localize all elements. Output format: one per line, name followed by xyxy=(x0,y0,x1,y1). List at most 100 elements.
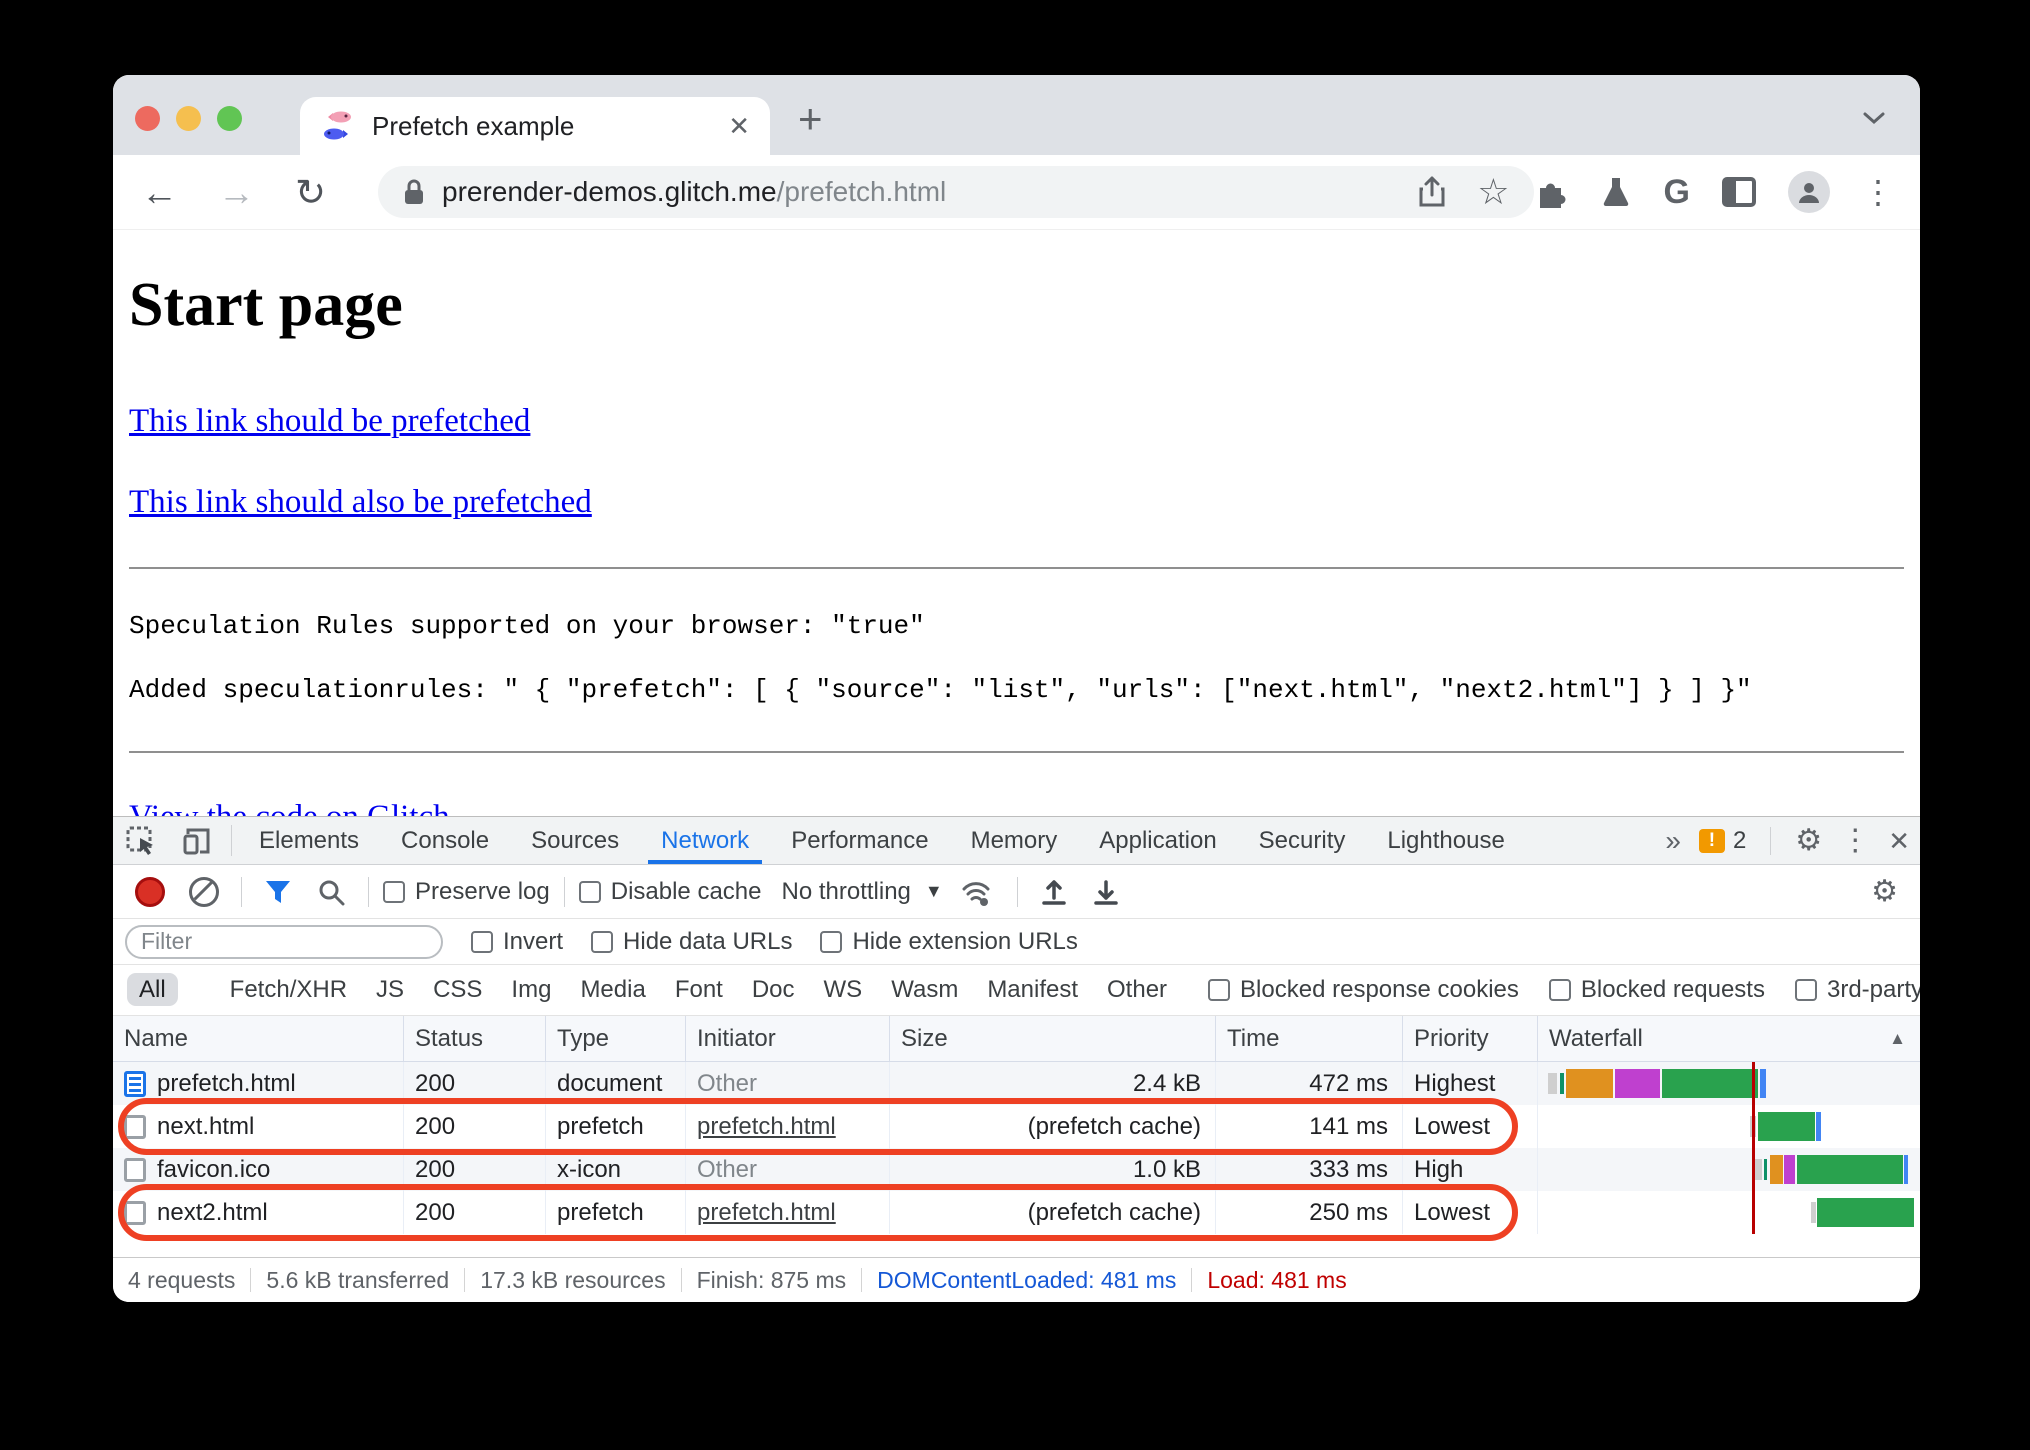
devtools-close-icon[interactable]: ✕ xyxy=(1888,828,1910,854)
clear-network-log-button[interactable] xyxy=(189,876,219,907)
tab-close-icon[interactable]: ✕ xyxy=(728,113,750,139)
devtools-tab-lighthouse[interactable]: Lighthouse xyxy=(1366,817,1525,864)
type-filter-font[interactable]: Font xyxy=(673,973,725,1007)
type-filter-img[interactable]: Img xyxy=(509,973,553,1007)
lock-icon xyxy=(402,177,426,207)
table-row-next2-html[interactable]: next2.html 200 prefetch prefetch.html (prefe… xyxy=(113,1191,1920,1234)
column-header-status[interactable]: Status xyxy=(404,1016,546,1061)
column-header-type[interactable]: Type xyxy=(546,1016,686,1061)
column-header-name[interactable]: Name xyxy=(113,1016,404,1061)
type-filter-manifest[interactable]: Manifest xyxy=(985,973,1080,1007)
waterfall-waiting-bar xyxy=(1817,1198,1914,1227)
disable-cache-checkbox[interactable]: Disable cache xyxy=(578,878,761,906)
network-settings-icon[interactable]: ⚙ xyxy=(1871,876,1898,907)
cell-status: 200 xyxy=(404,1105,546,1148)
devtools-tab-network[interactable]: Network xyxy=(640,817,770,864)
devtools-tab-elements[interactable]: Elements xyxy=(238,817,380,864)
reload-button[interactable]: ↻ xyxy=(295,174,326,211)
new-tab-button[interactable]: + xyxy=(798,98,823,140)
hide-data-urls-checkbox[interactable]: Hide data URLs xyxy=(591,928,792,956)
network-conditions-icon[interactable] xyxy=(951,877,1003,907)
devtools-tab-application[interactable]: Application xyxy=(1078,817,1237,864)
issues-counter[interactable]: ! 2 xyxy=(1698,827,1746,855)
tab-search-chevron-icon[interactable] xyxy=(1862,111,1886,125)
request-name: next2.html xyxy=(157,1199,268,1226)
traffic-lights xyxy=(135,106,242,131)
table-row-next-html[interactable]: next.html 200 prefetch prefetch.html (prefet… xyxy=(113,1105,1920,1148)
cell-status: 200 xyxy=(404,1191,546,1234)
inspect-element-icon[interactable] xyxy=(113,817,169,864)
table-row-favicon-ico[interactable]: favicon.ico 200 x-icon Other 1.0 kB 333 ms Hig… xyxy=(113,1148,1920,1191)
type-filter-wasm[interactable]: Wasm xyxy=(889,973,960,1007)
throttling-dropdown[interactable]: No throttling ▼ xyxy=(781,878,942,906)
devtools-settings-icon[interactable]: ⚙ xyxy=(1795,825,1822,856)
devtools-tab-sources[interactable]: Sources xyxy=(510,817,640,864)
3rd-party-requests-checkbox[interactable]: 3rd-party requests xyxy=(1794,976,1920,1004)
import-har-icon[interactable] xyxy=(1032,878,1076,906)
filter-input[interactable] xyxy=(125,924,443,959)
type-filter-media[interactable]: Media xyxy=(578,973,647,1007)
address-bar[interactable]: prerender-demos.glitch.me/prefetch.html … xyxy=(378,166,1534,218)
close-window-button[interactable] xyxy=(135,106,160,131)
devtools-menu-icon[interactable]: ⋮ xyxy=(1840,825,1870,856)
file-icon xyxy=(124,1157,146,1182)
column-header-waterfall[interactable]: Waterfall ▲ xyxy=(1538,1016,1920,1061)
devtools-tab-performance[interactable]: Performance xyxy=(770,817,949,864)
google-icon[interactable]: G xyxy=(1664,173,1690,212)
browser-tab[interactable]: Prefetch example ✕ xyxy=(300,97,770,155)
blocked-requests-checkbox[interactable]: Blocked requests xyxy=(1548,976,1765,1004)
preserve-log-checkbox[interactable]: Preserve log xyxy=(383,878,550,906)
bookmark-star-icon[interactable]: ☆ xyxy=(1477,171,1509,213)
share-icon[interactable] xyxy=(1417,175,1447,209)
record-network-log-button[interactable] xyxy=(135,876,165,907)
type-filter-all[interactable]: All xyxy=(127,973,178,1006)
column-header-initiator[interactable]: Initiator xyxy=(686,1016,890,1061)
export-har-icon[interactable] xyxy=(1084,878,1128,906)
type-filter-doc[interactable]: Doc xyxy=(750,973,797,1007)
devtools-tab-security[interactable]: Security xyxy=(1238,817,1367,864)
browser-menu-icon[interactable]: ⋮ xyxy=(1862,173,1894,211)
tab-strip: Prefetch example ✕ + xyxy=(113,75,1920,155)
invert-checkbox[interactable]: Invert xyxy=(471,928,563,956)
cell-type: prefetch xyxy=(546,1191,686,1234)
hide-extension-urls-checkbox[interactable]: Hide extension URLs xyxy=(820,928,1078,956)
maximize-window-button[interactable] xyxy=(217,106,242,131)
url-text: prerender-demos.glitch.me/prefetch.html xyxy=(442,176,947,207)
type-filter-fetch-xhr[interactable]: Fetch/XHR xyxy=(228,973,349,1007)
page-link-1[interactable]: This link should be prefetched xyxy=(129,403,530,440)
devtools-tab-console[interactable]: Console xyxy=(380,817,510,864)
device-toolbar-icon[interactable] xyxy=(169,817,225,864)
checkbox xyxy=(578,880,601,903)
cell-status: 200 xyxy=(404,1148,546,1191)
back-button[interactable]: ← xyxy=(141,174,178,211)
extensions-puzzle-icon[interactable] xyxy=(1534,175,1568,209)
page-link-2[interactable]: This link should also be prefetched xyxy=(129,484,592,521)
profile-avatar[interactable] xyxy=(1788,171,1830,213)
blocked-response-cookies-checkbox[interactable]: Blocked response cookies xyxy=(1208,976,1519,1004)
search-icon[interactable] xyxy=(308,878,354,906)
waterfall-waiting-bar xyxy=(1797,1155,1903,1184)
filter-funnel-icon[interactable] xyxy=(256,880,300,904)
tab-title: Prefetch example xyxy=(372,110,575,141)
type-filter-ws[interactable]: WS xyxy=(822,973,865,1007)
type-filter-js[interactable]: JS xyxy=(374,973,406,1007)
table-row-prefetch-html[interactable]: prefetch.html 200 document Other 2.4 kB 472 m… xyxy=(113,1062,1920,1105)
more-tabs-icon[interactable]: » xyxy=(1665,825,1681,857)
type-filter-other[interactable]: Other xyxy=(1105,973,1169,1007)
glitch-code-link[interactable]: View the code on Glitch xyxy=(129,799,450,816)
flask-icon[interactable] xyxy=(1600,175,1632,209)
cell-initiator[interactable]: prefetch.html xyxy=(686,1105,890,1148)
summary-load: Load: 481 ms xyxy=(1207,1267,1347,1293)
devtools-tab-memory[interactable]: Memory xyxy=(950,817,1079,864)
column-header-size[interactable]: Size xyxy=(890,1016,1216,1061)
minimize-window-button[interactable] xyxy=(176,106,201,131)
side-panel-icon[interactable] xyxy=(1722,177,1756,207)
initiator-link[interactable]: prefetch.html xyxy=(697,1113,836,1140)
waterfall-stalled-bar xyxy=(1548,1073,1557,1094)
type-filter-css[interactable]: CSS xyxy=(431,973,484,1007)
table-header: Name Status Type Initiator Size Time Pri… xyxy=(113,1016,1920,1062)
initiator-link[interactable]: prefetch.html xyxy=(697,1199,836,1226)
column-header-time[interactable]: Time xyxy=(1216,1016,1403,1061)
cell-initiator[interactable]: prefetch.html xyxy=(686,1191,890,1234)
column-header-priority[interactable]: Priority xyxy=(1403,1016,1538,1061)
